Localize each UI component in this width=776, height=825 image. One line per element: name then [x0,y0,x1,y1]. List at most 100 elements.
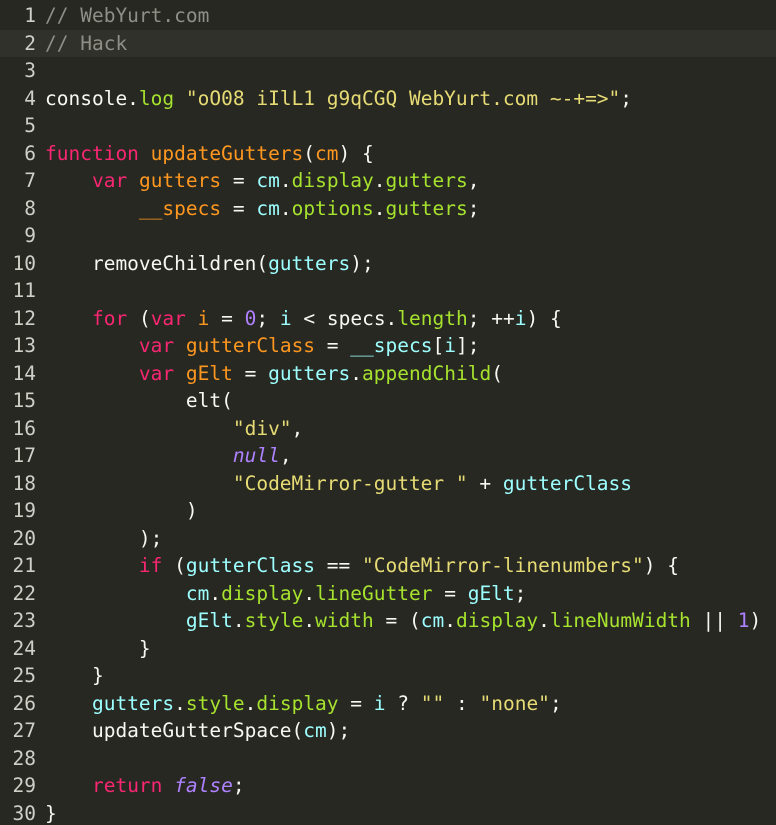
code-token: . [373,169,386,192]
code-token: return [91,774,163,797]
code-token: elt( [45,389,233,412]
code-token: < specs. [291,306,398,330]
code-token: , [279,444,292,467]
line-number: 16 [12,416,36,440]
code-token: var [91,169,128,192]
code-line[interactable]: 7 var gutters = cm.display.gutters, [0,167,776,194]
code-line[interactable]: 13 var gutterClass = __specs[i]; [0,332,776,359]
code-line[interactable]: 10 removeChildren(gutters); [0,250,776,277]
code-line[interactable]: 16 "div", [0,415,776,442]
code-token: cm [303,719,327,742]
code-token: . [373,196,386,220]
code-token: ) { [338,141,374,165]
code-token: = [232,361,269,385]
code-token: display [455,609,539,632]
code-token: i [373,691,386,715]
line-code: cm.display.lineGutter = gElt; [45,580,527,607]
line-code: // Hack [45,30,127,57]
code-line[interactable]: 28 [0,745,776,772]
code-token: : [444,691,480,715]
code-token: = [221,196,257,220]
code-token: gutters [385,196,468,220]
code-token: style [244,609,304,632]
code-token: length [397,306,468,330]
line-code: "CodeMirror-gutter " + gutterClass [45,470,632,497]
code-token: false [174,774,233,797]
code-token: "oO08 iIlL1 g9qCGQ WebYurt.com ~-+=>" [185,86,621,110]
line-number: 28 [12,746,36,770]
line-code: null, [45,442,292,469]
line-code: ) [45,497,198,524]
code-line[interactable]: 6 function updateGutters(cm) { [0,140,776,167]
code-line[interactable]: 30} [0,800,776,825]
code-token: ) [749,609,762,632]
code-line[interactable]: 17 null, [0,442,776,469]
code-line[interactable]: 22 cm.display.lineGutter = gElt; [0,580,776,607]
code-token: log [138,86,175,110]
code-token: "none" [479,691,550,715]
code-line[interactable]: 5 [0,112,776,139]
code-token: for [91,306,128,330]
code-line[interactable]: 14 var gElt = gutters.appendChild( [0,360,776,387]
code-line[interactable]: 21 if (gutterClass == "CodeMirror-linenu… [0,552,776,579]
code-token: cm [315,141,339,165]
code-line[interactable]: 26 gutters.style.display = i ? "" : "non… [0,690,776,717]
code-token: ( [162,554,186,577]
code-line[interactable]: 1 // WebYurt.com [0,2,776,29]
code-token: . [303,609,316,632]
code-line[interactable]: 27 updateGutterSpace(cm); [0,717,776,744]
code-token: } [45,664,104,687]
code-token: __specs [350,334,433,357]
code-line[interactable]: 29 return false; [0,772,776,799]
code-token: ; [467,196,480,220]
code-line[interactable]: 18 "CodeMirror-gutter " + gutterClass [0,470,776,497]
code-token: "CodeMirror-linenumbers" [362,554,644,577]
code-token: gElt [185,609,233,632]
line-number: 12 [12,306,36,330]
line-number: 19 [12,499,36,522]
code-line[interactable]: 8 __specs = cm.options.gutters; [0,195,776,222]
code-token: gutterClass [185,334,316,357]
code-token: "" [420,691,445,715]
code-token: 0 [244,306,257,330]
code-line[interactable]: 3 [0,57,776,84]
code-token: i [444,334,456,357]
code-token: ( [127,306,151,330]
code-line[interactable]: 9 [0,222,776,249]
code-token: updateGutters [150,141,304,165]
code-token: gutterClass [185,554,316,577]
code-line[interactable]: 2 // Hack [0,29,776,57]
code-token: ; [232,774,245,797]
code-token: ); [350,251,374,275]
code-line[interactable]: 23 gElt.style.width = (cm.display.lineNu… [0,607,776,634]
code-line[interactable]: 12 for (var i = 0; i < specs.length; ++i… [0,305,776,332]
line-number: 9 [24,224,36,247]
line-code: var gElt = gutters.appendChild( [45,360,503,387]
code-token: var [150,306,186,330]
line-code: function updateGutters(cm) { [45,140,374,167]
line-number: 6 [24,141,36,165]
code-line[interactable]: 4 console.log "oO08 iIlL1 g9qCGQ WebYurt.… [0,85,776,112]
code-token: ) { [643,554,679,577]
code-line[interactable]: 11 [0,277,776,304]
code-line[interactable]: 24 } [0,635,776,662]
line-number: 23 [12,609,36,632]
code-token: "CodeMirror-gutter " [232,471,468,495]
line-code: for (var i = 0; i < specs.length; ++i) { [45,305,562,332]
code-token: function [45,141,139,165]
code-line[interactable]: 19 ) [0,497,776,524]
line-code: } [45,800,57,825]
code-line[interactable]: 25 } [0,662,776,689]
line-number: 26 [12,691,36,715]
code-token: i [279,306,292,330]
code-editor[interactable]: 1 // WebYurt.com 2 // Hack 3 4 console.log "oO… [0,0,776,825]
code-line[interactable]: 15 elt( [0,387,776,414]
code-line[interactable]: 20 ); [0,525,776,552]
